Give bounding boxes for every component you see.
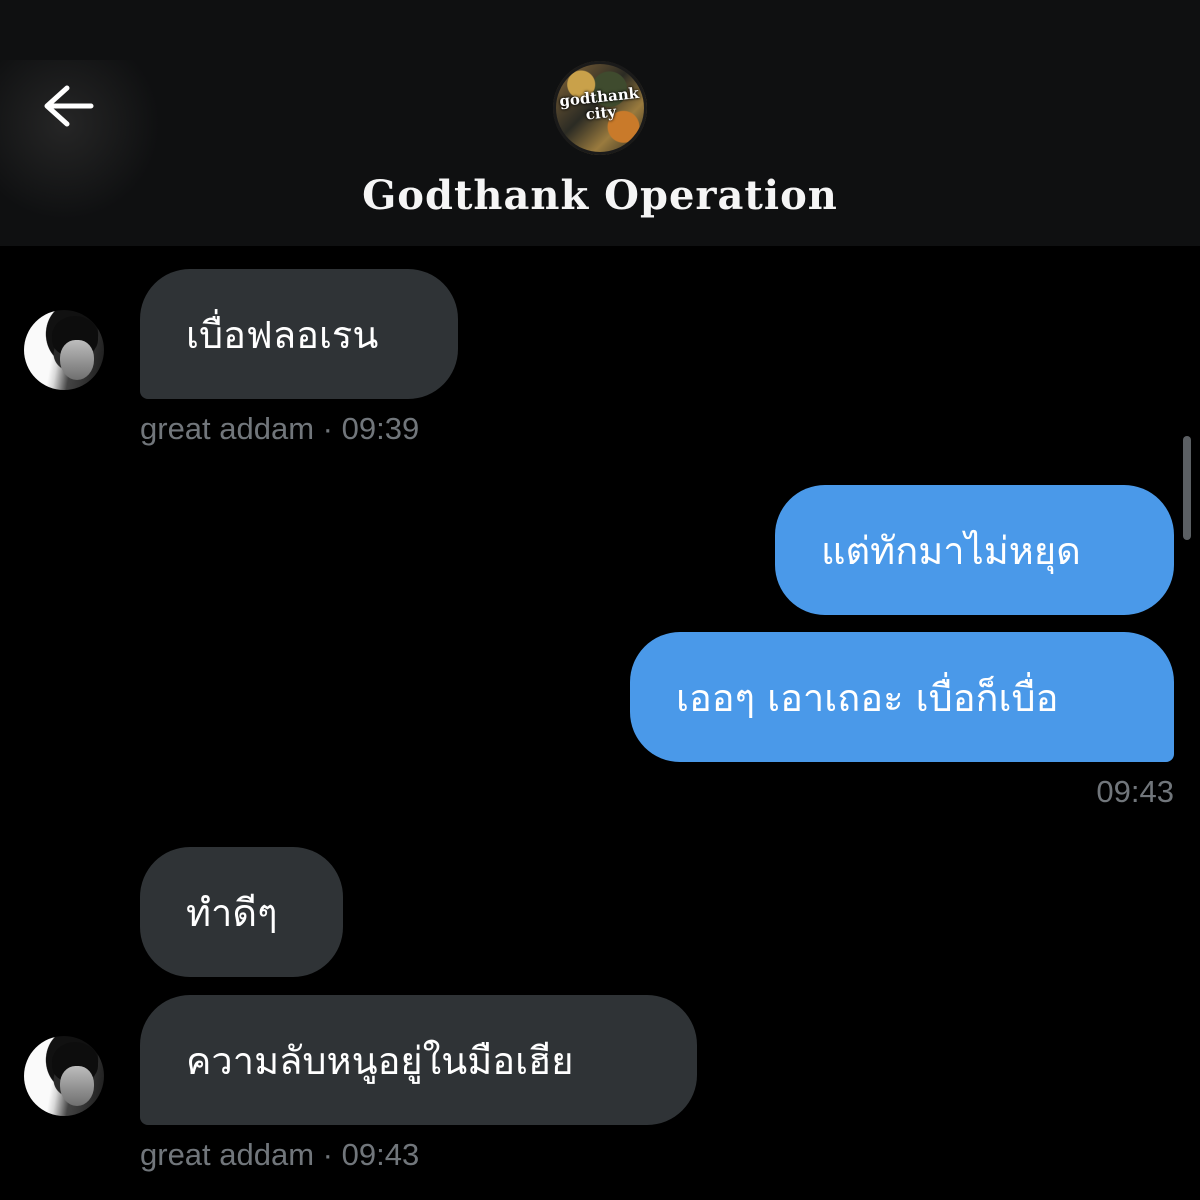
message-text: เออๆ เอาเถอะ เบื่อก็เบื่อ (676, 675, 1059, 720)
back-button[interactable] (36, 76, 100, 136)
message-bubble-incoming[interactable]: ความลับหนูอยู่ในมือเฮีย (140, 995, 697, 1125)
message-meta: 09:43 (1096, 774, 1174, 809)
arrow-left-icon (44, 85, 94, 127)
group-avatar[interactable]: godthank city (553, 61, 647, 155)
message-text: เบื่อฟลอเรน (186, 312, 379, 357)
group-avatar-logo-text: godthank city (558, 83, 640, 124)
avatar-face-shape (60, 340, 94, 380)
message-text: ความลับหนูอยู่ในมือเฮีย (186, 1038, 574, 1083)
message-bubble-incoming[interactable]: ทำดีๆ (140, 847, 343, 977)
message-text: แต่ทักมาไม่หยุด (821, 528, 1081, 573)
message-meta: great addam · 09:39 (140, 411, 420, 446)
message-bubble-outgoing[interactable]: เออๆ เอาเถอะ เบื่อก็เบื่อ (630, 632, 1174, 762)
sender-avatar[interactable] (24, 310, 104, 390)
sender-avatar[interactable] (24, 1036, 104, 1116)
conversation-header: godthank city Godthank Operation (0, 0, 1200, 246)
message-bubble-incoming[interactable]: เบื่อฟลอเรน (140, 269, 458, 399)
message-meta: great addam · 09:43 (140, 1137, 420, 1172)
message-bubble-outgoing[interactable]: แต่ทักมาไม่หยุด (775, 485, 1174, 615)
avatar-face-shape (60, 1066, 94, 1106)
scrollbar[interactable] (1183, 436, 1191, 540)
message-text: ทำดีๆ (186, 890, 278, 935)
conversation-title[interactable]: Godthank Operation (300, 172, 900, 219)
